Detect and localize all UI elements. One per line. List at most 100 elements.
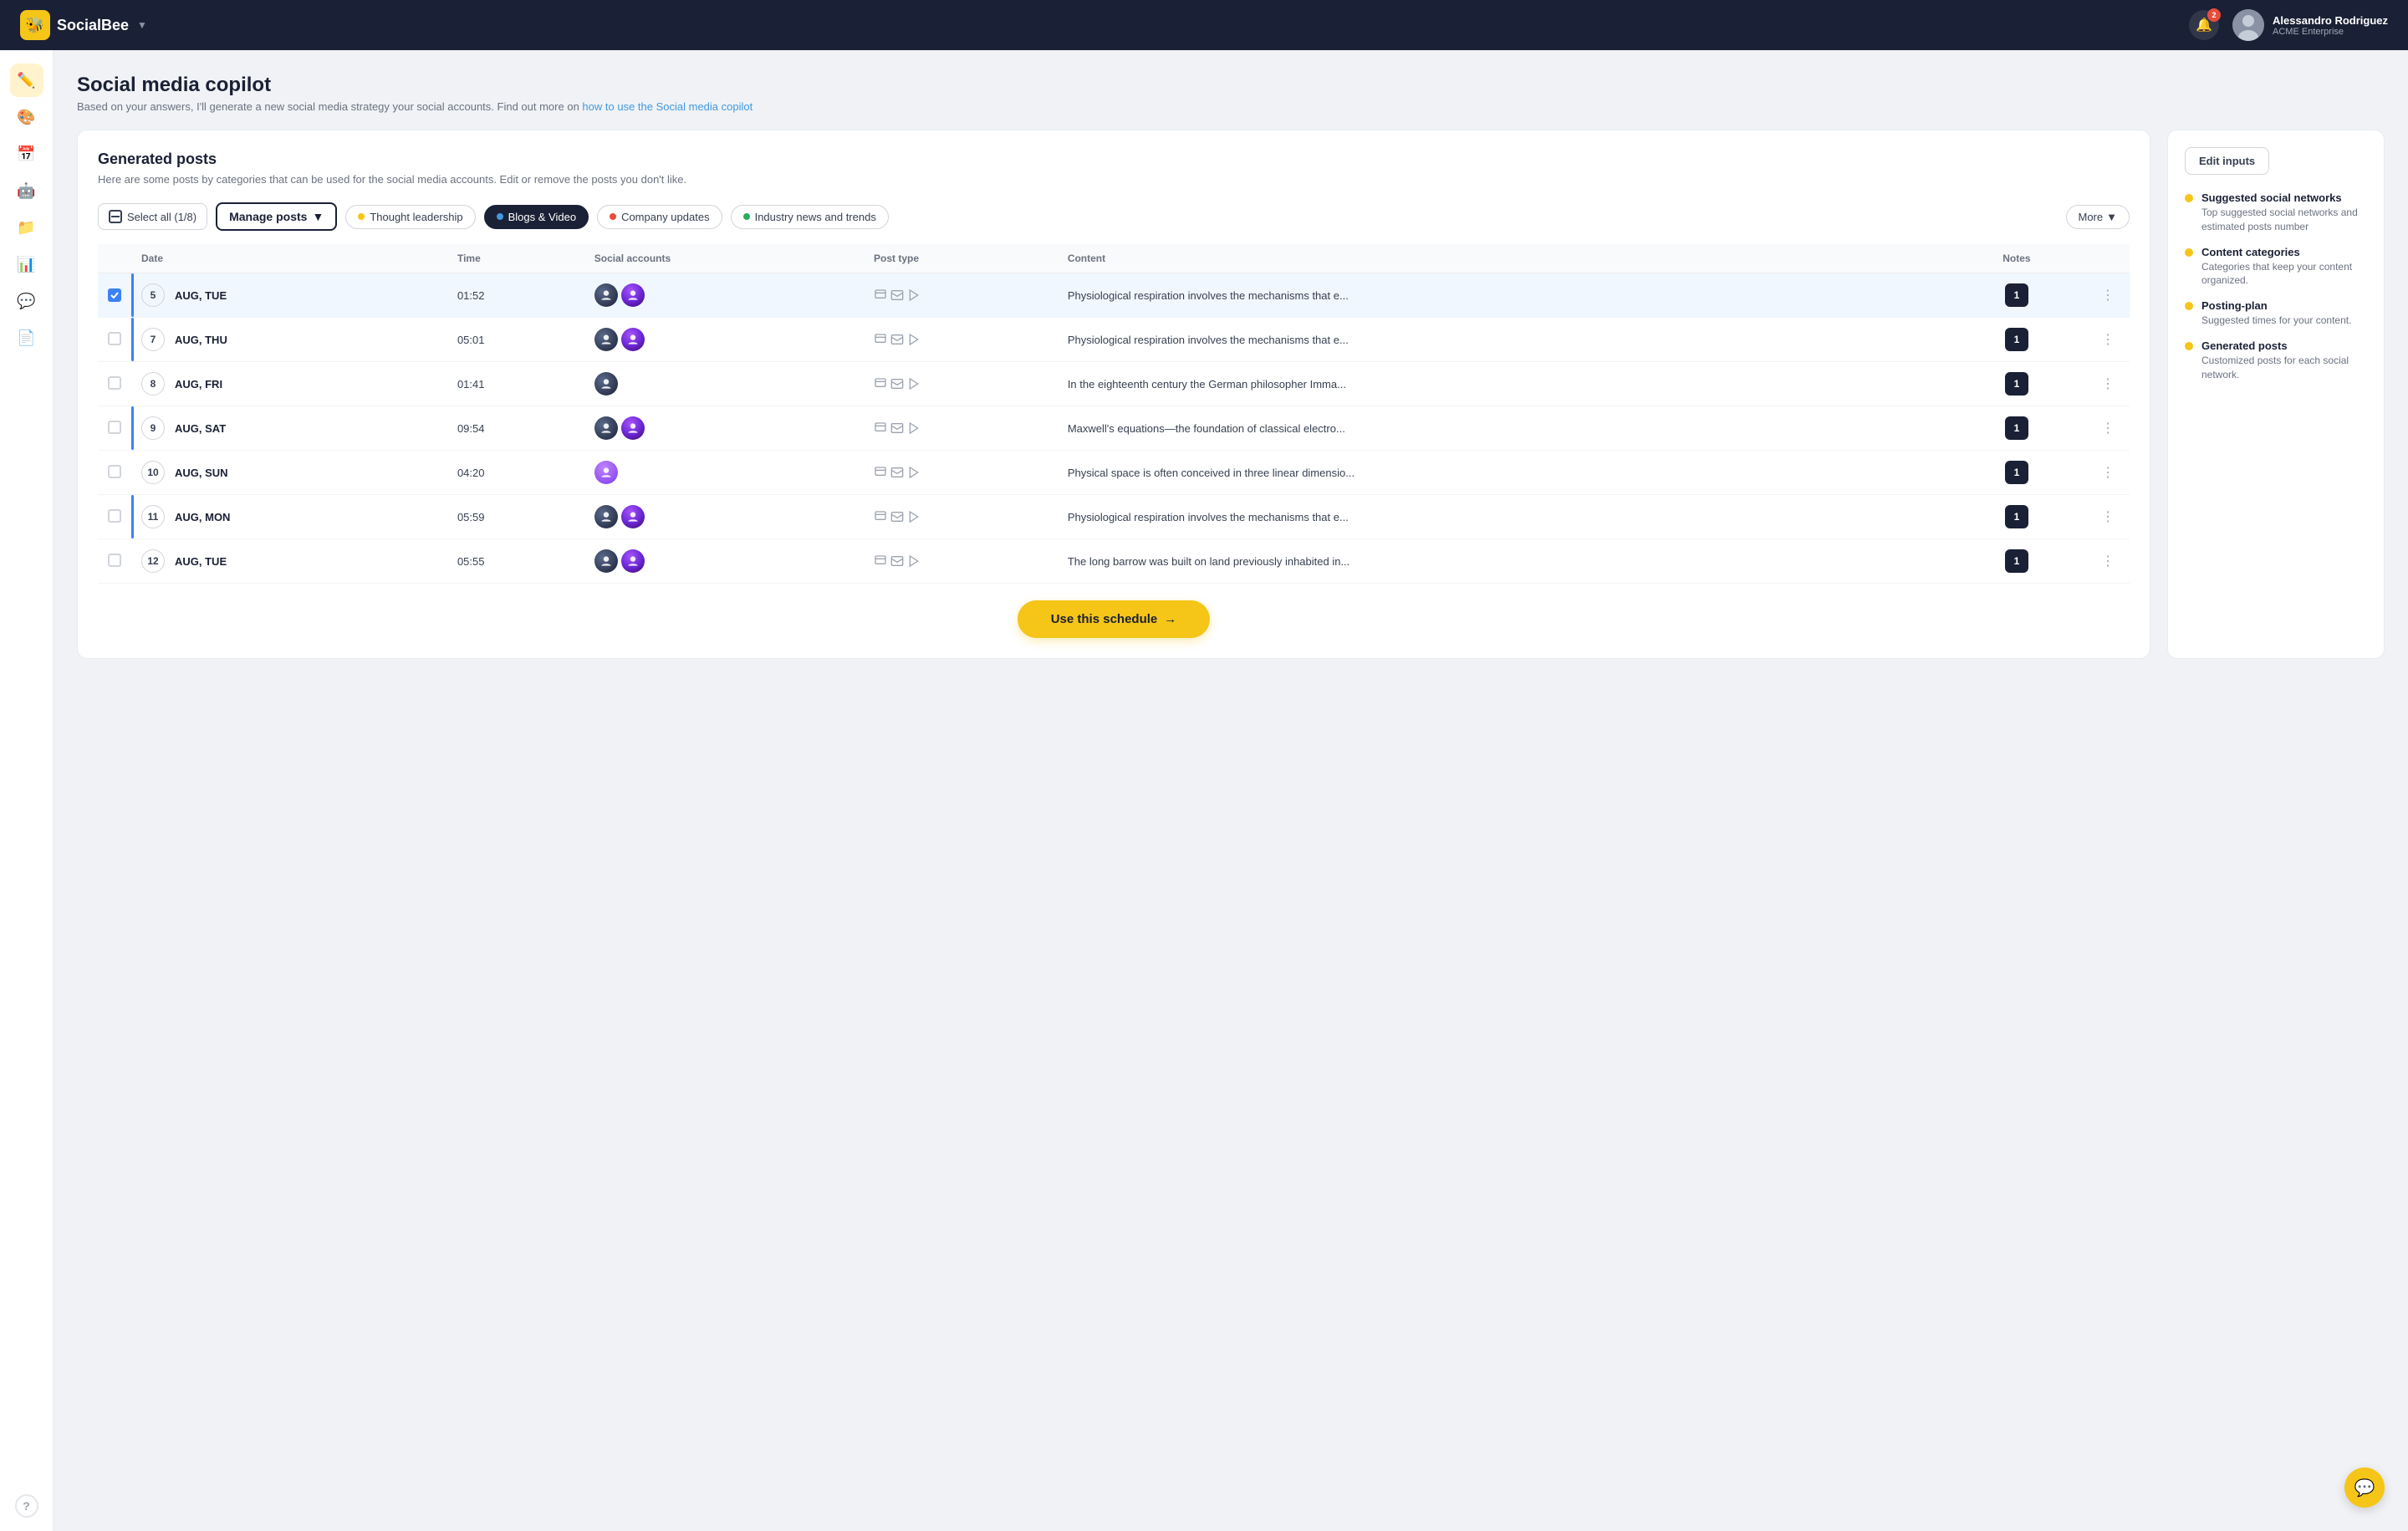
filter-industry-news[interactable]: Industry news and trends <box>731 205 889 229</box>
row-notes-cell: 1 <box>1947 273 2086 318</box>
sidebar-item-edit[interactable]: ✏️ <box>10 64 43 97</box>
notes-badge[interactable]: 1 <box>2005 416 2028 440</box>
notes-badge[interactable]: 1 <box>2005 549 2028 573</box>
avatar <box>2232 9 2264 41</box>
table-row[interactable]: 7 AUG, THU 05:01 Physiological respirati… <box>98 318 2130 362</box>
row-post-type-cell <box>864 406 1058 451</box>
table-row[interactable]: 8 AUG, FRI 01:41 In the eighteenth centu… <box>98 362 2130 406</box>
date-number: 12 <box>141 549 165 573</box>
row-time-cell: 05:01 <box>447 318 584 362</box>
sidebar-item-message[interactable]: 💬 <box>10 284 43 318</box>
row-checkbox[interactable] <box>108 421 121 434</box>
chat-fab-button[interactable]: 💬 <box>2344 1467 2385 1508</box>
row-checkbox-cell <box>98 406 131 451</box>
page-content: Social media copilot Based on your answe… <box>54 50 2408 1531</box>
date-number: 11 <box>141 505 165 528</box>
date-number: 5 <box>141 283 165 307</box>
row-checkbox[interactable] <box>108 509 121 523</box>
row-checkbox[interactable] <box>108 376 121 390</box>
table-row[interactable]: 11 AUG, MON 05:59 Physiological respirat… <box>98 495 2130 539</box>
row-menu-cell: ⋮ <box>2086 406 2130 451</box>
content-preview: Physiological respiration involves the m… <box>1068 334 1349 346</box>
row-notes-cell: 1 <box>1947 539 2086 584</box>
filter-bar: Select all (1/8) Manage posts ▼ Thought … <box>98 202 2130 231</box>
row-time: 01:41 <box>457 378 485 390</box>
row-menu-cell: ⋮ <box>2086 318 2130 362</box>
account-avatars <box>594 461 854 484</box>
sidebar-item-folder[interactable]: 📁 <box>10 211 43 244</box>
account-avatars <box>594 372 854 396</box>
sidebar-item-robot[interactable]: 🤖 <box>10 174 43 207</box>
manage-posts-button[interactable]: Manage posts ▼ <box>216 202 337 231</box>
notes-badge[interactable]: 1 <box>2005 283 2028 307</box>
brand-dropdown-icon[interactable]: ▼ <box>137 19 147 31</box>
col-time: Time <box>447 244 584 273</box>
row-checkbox[interactable] <box>108 554 121 567</box>
sidebar-item-chart[interactable]: 📊 <box>10 248 43 281</box>
table-body: 5 AUG, TUE 01:52 Physiological respirati… <box>98 273 2130 584</box>
thought-leadership-dot <box>358 213 365 220</box>
row-accounts-cell <box>584 406 864 451</box>
user-menu[interactable]: Alessandro Rodriguez ACME Enterprise <box>2232 9 2388 41</box>
table-row[interactable]: 9 AUG, SAT 09:54 Maxwell's equations—the… <box>98 406 2130 451</box>
user-org: ACME Enterprise <box>2273 27 2388 37</box>
right-panel-item-desc: Suggested times for your content. <box>2201 314 2351 328</box>
table-row[interactable]: 5 AUG, TUE 01:52 Physiological respirati… <box>98 273 2130 318</box>
sidebar-item-document[interactable]: 📄 <box>10 321 43 355</box>
date-day: AUG, SAT <box>175 422 226 435</box>
main-panel: Generated posts Here are some posts by c… <box>77 130 2150 659</box>
row-time: 01:52 <box>457 289 485 302</box>
right-panel-item-title: Content categories <box>2201 246 2367 258</box>
more-button[interactable]: More ▼ <box>2066 205 2130 229</box>
post-type-icons <box>874 510 1048 523</box>
content-preview: Physiological respiration involves the m… <box>1068 511 1349 523</box>
edit-inputs-button[interactable]: Edit inputs <box>2185 147 2269 175</box>
notes-badge[interactable]: 1 <box>2005 461 2028 484</box>
row-menu-button[interactable]: ⋮ <box>2096 461 2120 484</box>
topnav: 🐝 SocialBee ▼ 🔔 2 Alessandro Rodriguez <box>0 0 2408 50</box>
table-row[interactable]: 10 AUG, SUN 04:20 Physical space is ofte… <box>98 451 2130 495</box>
row-date-cell: 11 AUG, MON <box>131 495 447 539</box>
table-row[interactable]: 12 AUG, TUE 05:55 The long barrow was bu… <box>98 539 2130 584</box>
row-time-cell: 01:52 <box>447 273 584 318</box>
sidebar-item-help[interactable]: ? <box>15 1494 38 1518</box>
row-checkbox[interactable] <box>108 465 121 478</box>
row-menu-button[interactable]: ⋮ <box>2096 372 2120 396</box>
account-avatar <box>594 372 618 396</box>
row-post-type-cell <box>864 318 1058 362</box>
help-link[interactable]: how to use the Social media copilot <box>582 100 752 113</box>
date-day: AUG, THU <box>175 334 227 346</box>
right-panel-dot <box>2185 302 2193 310</box>
right-panel-sections: Suggested social networks Top suggested … <box>2185 191 2367 382</box>
row-menu-button[interactable]: ⋮ <box>2096 505 2120 528</box>
notes-badge[interactable]: 1 <box>2005 372 2028 396</box>
notes-badge[interactable]: 1 <box>2005 328 2028 351</box>
notes-badge[interactable]: 1 <box>2005 505 2028 528</box>
filter-blogs-video[interactable]: Blogs & Video <box>484 205 589 229</box>
account-avatars <box>594 416 854 440</box>
row-menu-button[interactable]: ⋮ <box>2096 549 2120 573</box>
date-day: AUG, MON <box>175 511 230 523</box>
row-checkbox[interactable] <box>108 332 121 345</box>
right-panel-dot <box>2185 248 2193 257</box>
filter-thought-leadership[interactable]: Thought leadership <box>345 205 475 229</box>
row-notes-cell: 1 <box>1947 451 2086 495</box>
row-menu-button[interactable]: ⋮ <box>2096 328 2120 351</box>
filter-company-updates[interactable]: Company updates <box>597 205 722 229</box>
right-panel-item-content: Posting-plan Suggested times for your co… <box>2201 299 2351 328</box>
brand-logo[interactable]: 🐝 SocialBee ▼ <box>20 10 147 40</box>
date-day: AUG, TUE <box>175 289 227 302</box>
row-menu-button[interactable]: ⋮ <box>2096 416 2120 440</box>
notification-button[interactable]: 🔔 2 <box>2189 10 2219 40</box>
row-time-cell: 05:55 <box>447 539 584 584</box>
row-notes-cell: 1 <box>1947 495 2086 539</box>
select-all-button[interactable]: Select all (1/8) <box>98 203 207 230</box>
row-checkbox-cell <box>98 495 131 539</box>
use-schedule-button[interactable]: Use this schedule → <box>1018 600 1211 638</box>
brand-name: SocialBee <box>57 17 129 34</box>
sidebar-item-calendar[interactable]: 📅 <box>10 137 43 171</box>
sidebar-item-palette[interactable]: 🎨 <box>10 100 43 134</box>
row-checkbox[interactable] <box>108 288 121 302</box>
row-menu-button[interactable]: ⋮ <box>2096 283 2120 307</box>
content-preview: The long barrow was built on land previo… <box>1068 555 1349 568</box>
